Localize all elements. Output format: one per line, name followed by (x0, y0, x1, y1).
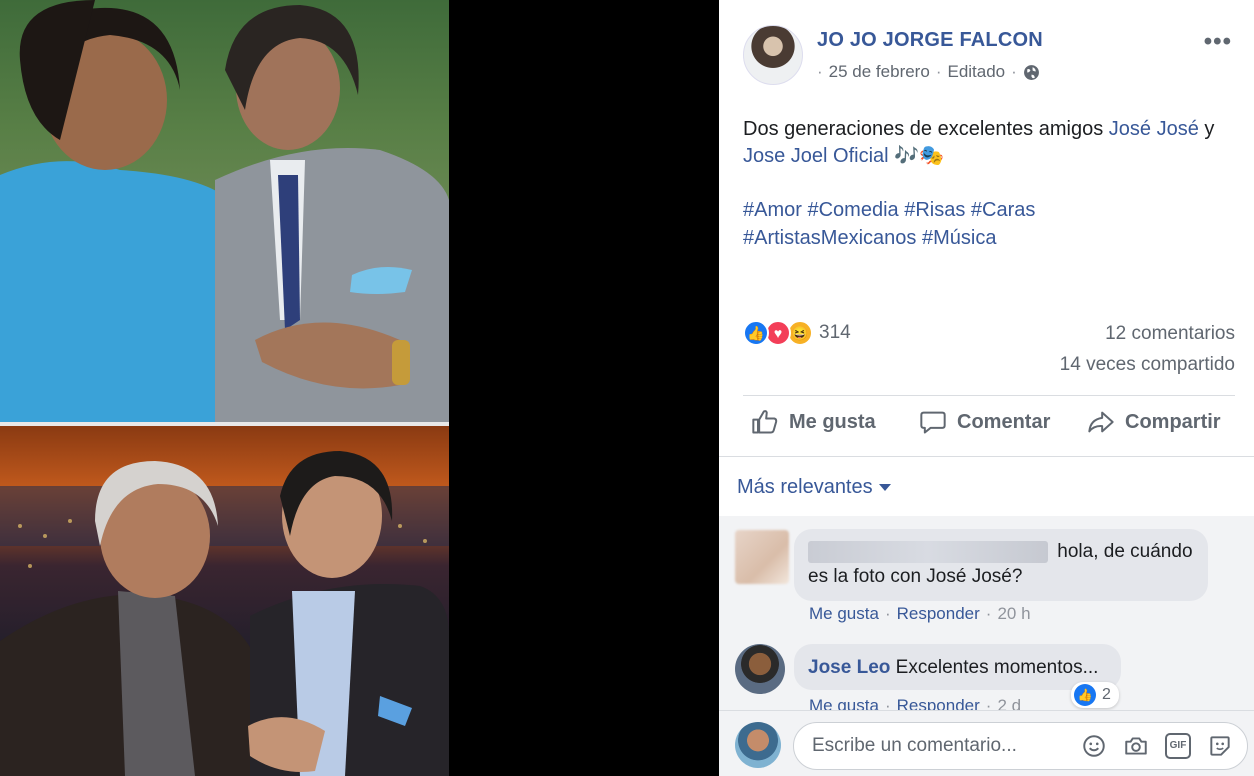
hashtag-link[interactable]: #Comedia (807, 199, 898, 221)
more-options-icon[interactable]: ••• (1204, 28, 1232, 56)
comment-button[interactable]: Comentar (919, 408, 1050, 436)
reaction-count: 314 (819, 322, 851, 343)
post-text-emoji: 🎶🎭 (894, 145, 944, 167)
hashtag-link[interactable]: #Amor (743, 199, 802, 221)
meta-separator: · (817, 62, 823, 81)
share-icon (1088, 411, 1114, 433)
comments-count-link[interactable]: 12 comentarios (1105, 323, 1235, 345)
like-button-label: Me gusta (789, 410, 876, 433)
post-photo-bottom (0, 426, 449, 776)
like-button[interactable]: Me gusta (751, 408, 876, 436)
comment-reply-link[interactable]: Responder (897, 696, 980, 710)
share-button[interactable]: Compartir (1087, 408, 1221, 436)
commenter-name[interactable]: Jose Leo (808, 657, 890, 678)
post-date[interactable]: 25 de febrero (829, 62, 930, 82)
comment-icon (920, 411, 946, 434)
comment-text: es la foto con José José? (808, 566, 1023, 587)
hashtag-link[interactable]: #Risas (904, 199, 965, 221)
comment-input[interactable] (812, 735, 1081, 757)
gif-icon[interactable]: GIF (1165, 733, 1191, 759)
comment-text: Excelentes momentos... (895, 657, 1099, 678)
comment-like-link[interactable]: Me gusta (809, 604, 879, 624)
comment-sort-label: Más relevantes (737, 476, 873, 498)
page-avatar[interactable] (743, 25, 803, 85)
commenter-avatar-blurred[interactable] (735, 530, 789, 584)
post-panel: JO JO JORGE FALCON · 25 de febrero · Edi… (719, 0, 1254, 776)
sticker-icon[interactable] (1207, 733, 1233, 759)
comment-text: hola, de cuándo (1057, 541, 1193, 562)
divider (743, 395, 1235, 396)
emoji-icon[interactable] (1081, 733, 1107, 759)
comment-reply-link[interactable]: Responder (897, 604, 980, 624)
post-edited-label[interactable]: Editado (947, 62, 1005, 82)
camera-icon[interactable] (1123, 733, 1149, 759)
composer-tools: GIF (1081, 733, 1233, 759)
meta-separator: · (935, 62, 942, 81)
comment-time[interactable]: 2 d (997, 696, 1021, 710)
blurred-commenter-name[interactable] (808, 540, 1048, 563)
mention-link-1[interactable]: José José (1109, 118, 1199, 140)
comment-button-label: Comentar (957, 410, 1051, 433)
comment-like-count: 2 (1102, 686, 1111, 703)
gif-label: GIF (1165, 733, 1191, 759)
comment-sort-dropdown[interactable]: Más relevantes (737, 476, 891, 499)
comment-reaction-badge[interactable]: 👍 2 (1071, 682, 1119, 708)
shares-count-link[interactable]: 14 veces compartido (1060, 354, 1235, 376)
post-photo-top (0, 0, 449, 422)
comment-bubble: hola, de cuándo es la foto con José José… (794, 529, 1208, 601)
globe-icon[interactable] (1023, 64, 1040, 81)
current-user-avatar[interactable] (735, 722, 781, 768)
photo-bottom-illustration (0, 451, 449, 776)
caret-down-icon (878, 484, 891, 491)
meta-separator: · (1011, 62, 1017, 81)
like-icon: 👍 (743, 320, 769, 346)
hashtag-link[interactable]: #Caras (971, 199, 1035, 221)
hashtag-link[interactable]: #ArtistasMexicanos (743, 227, 916, 249)
comment-like-link[interactable]: Me gusta (809, 696, 879, 710)
comment-actions: Me gusta · Responder · 20 h (809, 604, 1031, 624)
reactions-summary[interactable]: 👍 ♥ 😆 314 (743, 320, 851, 346)
mention-link-2[interactable]: Jose Joel Oficial (743, 145, 889, 167)
divider (719, 456, 1254, 457)
comment-composer-bar: GIF (719, 710, 1254, 776)
post-meta: · 25 de febrero · Editado · (817, 62, 1040, 82)
share-button-label: Compartir (1125, 410, 1221, 433)
post-text-intro: Dos generaciones de excelentes amigos (743, 118, 1104, 140)
comments-list: hola, de cuándo es la foto con José José… (719, 516, 1254, 710)
photo-viewer[interactable] (0, 0, 719, 776)
hashtag-list: #Amor #Comedia #Risas #Caras #ArtistasMe… (743, 196, 1243, 252)
commenter-avatar[interactable] (735, 644, 785, 694)
comment-composer[interactable]: GIF (793, 722, 1248, 770)
photo-top-illustration (0, 0, 449, 422)
post-text-join: y (1204, 118, 1215, 140)
hashtag-link[interactable]: #Música (922, 227, 996, 249)
comment-bubble: Jose Leo Excelentes momentos... (794, 644, 1121, 690)
comment-actions: Me gusta · Responder · 2 d (809, 696, 1021, 710)
thumbs-up-icon (752, 410, 778, 434)
page-name[interactable]: JO JO JORGE FALCON (817, 29, 1043, 52)
comment-time[interactable]: 20 h (997, 604, 1030, 624)
like-icon: 👍 (1074, 684, 1096, 706)
post-message: Dos generaciones de excelentes amigos Jo… (743, 116, 1243, 170)
